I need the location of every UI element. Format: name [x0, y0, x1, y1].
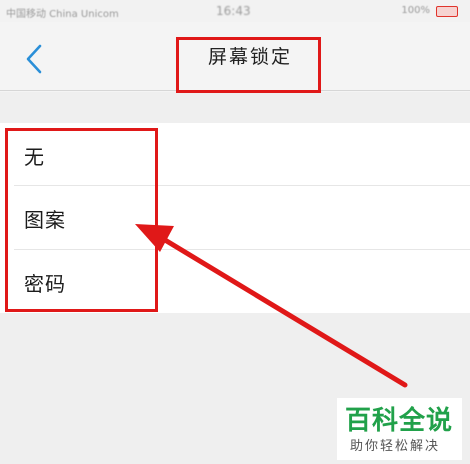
- watermark-subtitle: 助你轻松解决: [350, 439, 441, 454]
- watermark-title: 百科全说: [345, 406, 454, 436]
- watermark-logo: 百科全说 助你轻松解决: [337, 398, 462, 460]
- annotation-arrow: [135, 224, 408, 388]
